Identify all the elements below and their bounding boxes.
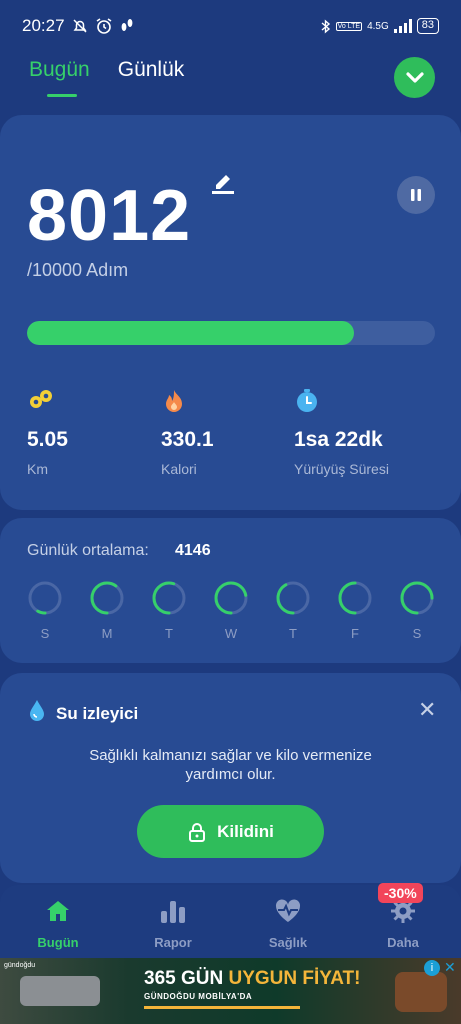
stat-duration: 1sa 22dk Yürüyüş Süresi xyxy=(294,388,389,477)
water-tracker-description: Sağlıklı kalmanızı sağlar ve kilo vermen… xyxy=(60,746,401,784)
daily-average-label: Günlük ortalama: xyxy=(27,542,149,559)
bell-off-icon xyxy=(73,19,87,33)
nav-health-label: Sağlık xyxy=(268,935,308,950)
home-icon xyxy=(47,901,69,921)
ad-info-icon[interactable]: i xyxy=(424,960,440,976)
stat-calories-value: 330.1 xyxy=(161,428,214,451)
weekday-progress-ring xyxy=(152,581,186,615)
ad-title-part-b: UYGUN FİYAT! xyxy=(228,968,361,989)
ad-brand: gündoğdu xyxy=(4,962,36,969)
weekday-label: W xyxy=(224,626,238,641)
weekday-ring: S xyxy=(27,580,63,641)
weekday-ring: T xyxy=(151,580,187,641)
weekday-label: S xyxy=(40,626,50,641)
footsteps-icon xyxy=(121,19,132,31)
alarm-icon xyxy=(96,18,111,34)
stat-calories-label: Kalori xyxy=(161,461,197,477)
flame-icon xyxy=(166,390,182,412)
unlock-button-label: Kilidini xyxy=(217,821,274,841)
stat-distance-value: 5.05 xyxy=(27,428,68,451)
ad-title: 365 GÜN UYGUN FİYAT! xyxy=(144,968,360,990)
weekday-ring: F xyxy=(337,580,373,641)
weekday-progress-ring xyxy=(400,581,434,615)
stat-distance-label: Km xyxy=(27,461,48,477)
close-icon[interactable]: ✕ xyxy=(418,697,436,723)
ad-underline xyxy=(144,1006,300,1009)
weekday-label: M xyxy=(101,626,113,641)
step-progress-bar xyxy=(27,321,435,345)
nav-today[interactable]: Bugün xyxy=(18,897,98,950)
bar-chart-icon xyxy=(161,901,185,923)
nav-more-label: Daha xyxy=(387,935,419,950)
unlock-button[interactable]: Kilidini xyxy=(137,805,324,858)
lock-icon xyxy=(189,822,206,842)
heart-pulse-icon xyxy=(275,899,301,922)
stat-duration-label: Yürüyüş Süresi xyxy=(294,461,389,477)
active-tab-indicator xyxy=(47,94,77,97)
status-bar: 20:27 Vo LTE 4.5G 83 xyxy=(0,0,461,52)
nav-more[interactable]: Daha xyxy=(363,897,443,950)
step-count: 8012 xyxy=(27,176,192,256)
weekday-progress-ring xyxy=(276,581,310,615)
discount-badge[interactable]: -30% xyxy=(378,883,423,903)
ad-subtitle: GÜNDOĞDU MOBİLYA'DA xyxy=(144,992,253,1001)
network-type: 4.5G xyxy=(367,20,389,32)
weekday-label: T xyxy=(165,626,173,641)
water-desc-line-1: Sağlıklı kalmanızı sağlar ve kilo vermen… xyxy=(89,747,372,764)
stat-calories: 330.1 Kalori xyxy=(161,388,214,477)
tab-today[interactable]: Bugün xyxy=(29,58,90,82)
edit-icon[interactable] xyxy=(210,169,236,195)
status-time: 20:27 xyxy=(22,16,65,35)
weekday-label: T xyxy=(289,626,297,641)
tab-daily[interactable]: Günlük xyxy=(118,58,185,82)
ad-chair-image xyxy=(395,972,447,1012)
weekday-progress-ring xyxy=(28,581,62,615)
pause-button[interactable] xyxy=(397,176,435,214)
chevron-down-icon xyxy=(405,71,424,83)
expand-button[interactable] xyxy=(394,57,435,98)
timer-icon xyxy=(297,389,317,412)
weekday-progress-ring xyxy=(338,581,372,615)
ad-title-part-a: 365 GÜN xyxy=(144,968,229,989)
stat-duration-value: 1sa 22dk xyxy=(294,428,383,451)
water-tracker-card: Su izleyici ✕ Sağlıklı kalmanızı sağlar … xyxy=(0,673,461,883)
distance-icon xyxy=(30,390,52,408)
weekday-ring: M xyxy=(89,580,125,641)
ad-sofa-image xyxy=(20,976,100,1006)
water-desc-line-2: yardımcı olur. xyxy=(185,766,276,783)
steps-card: 8012 /10000 Adım 5.05 Km 330.1 Kalori 1s… xyxy=(0,115,461,510)
top-tabs: Bugün Günlük xyxy=(29,58,184,82)
daily-average-value: 4146 xyxy=(175,542,211,559)
nav-health[interactable]: Sağlık xyxy=(248,897,328,950)
water-tracker-title: Su izleyici xyxy=(56,704,139,723)
weekday-label: F xyxy=(351,626,359,641)
weekday-label: S xyxy=(412,626,422,641)
weekday-ring: S xyxy=(399,580,435,641)
stat-distance: 5.05 Km xyxy=(27,388,68,477)
battery-icon: 83 xyxy=(416,18,439,34)
weekday-ring: W xyxy=(213,580,249,641)
pause-icon xyxy=(411,189,421,201)
weekday-progress-ring xyxy=(90,581,124,615)
bluetooth-icon xyxy=(321,18,330,34)
weekday-progress-ring xyxy=(214,581,248,615)
volte-icon: Vo LTE xyxy=(335,21,363,31)
weekday-ring: T xyxy=(275,580,311,641)
step-goal: /10000 Adım xyxy=(27,260,129,280)
nav-today-label: Bugün xyxy=(37,935,79,950)
step-progress-fill xyxy=(27,321,354,345)
water-drop-icon xyxy=(30,700,44,721)
ad-banner[interactable]: gündoğdu 365 GÜN UYGUN FİYAT! GÜNDOĞDU M… xyxy=(0,958,461,1024)
signal-icon xyxy=(393,19,412,33)
nav-report-label: Rapor xyxy=(154,935,192,950)
ad-close-icon[interactable]: ✕ xyxy=(444,959,456,976)
nav-report[interactable]: Rapor xyxy=(133,897,213,950)
weekly-card: Günlük ortalama: 4146 S M T W T F S xyxy=(0,518,461,663)
